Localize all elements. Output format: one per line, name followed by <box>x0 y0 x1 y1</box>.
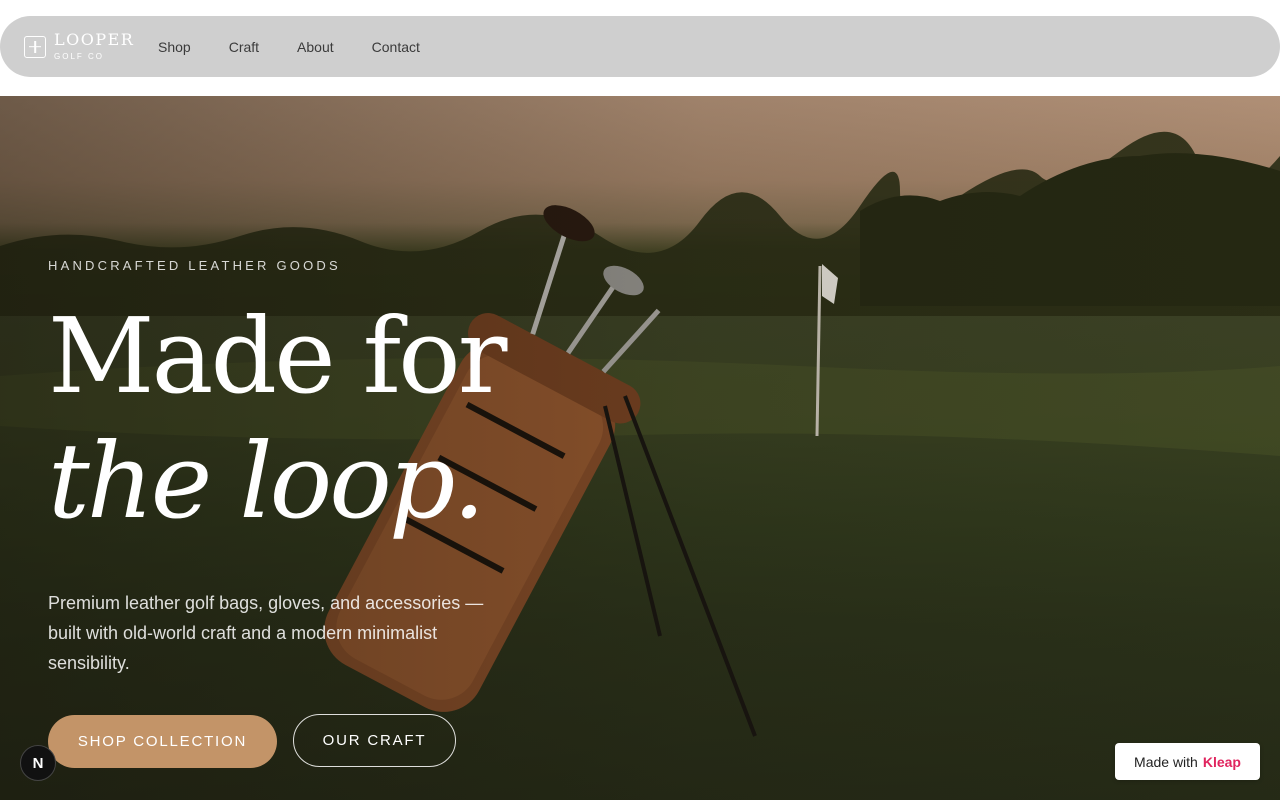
logo-name: LOOPER <box>54 30 135 49</box>
made-with-label: Made with <box>1134 753 1198 770</box>
logo-subtitle: GOLF CO <box>54 52 105 61</box>
our-craft-button[interactable]: OUR CRAFT <box>293 714 456 767</box>
n-badge-icon[interactable]: N <box>20 745 56 781</box>
nav-link-contact[interactable]: Contact <box>372 39 420 55</box>
nav-link-shop[interactable]: Shop <box>158 39 191 55</box>
made-with-kleap-badge[interactable]: Made with Kleap <box>1115 743 1260 780</box>
kleap-brand-label: Kleap <box>1202 753 1241 770</box>
hero-subtext: Premium leather golf bags, gloves, and a… <box>48 593 484 673</box>
logo-text: LOOPER GOLF CO <box>54 32 134 61</box>
headline-line-1: Made for <box>48 295 507 417</box>
hero-section: HANDCRAFTED LEATHER GOODS Made for the l… <box>0 96 1280 800</box>
top-navigation: LOOPER GOLF CO Shop Craft About Contact <box>0 16 1280 77</box>
headline-line-2: the loop. <box>48 420 485 542</box>
nav-link-craft[interactable]: Craft <box>229 39 259 55</box>
hero-headline: Made for the loop. <box>48 295 507 546</box>
shop-collection-button[interactable]: SHOP COLLECTION <box>48 715 277 768</box>
logo-plus-icon <box>24 35 46 58</box>
nav-links: Shop Craft About Contact <box>158 39 458 55</box>
brand-logo[interactable]: LOOPER GOLF CO <box>24 32 158 61</box>
hero-eyebrow: HANDCRAFTED LEATHER GOODS <box>48 258 341 273</box>
nav-link-about[interactable]: About <box>297 39 334 55</box>
